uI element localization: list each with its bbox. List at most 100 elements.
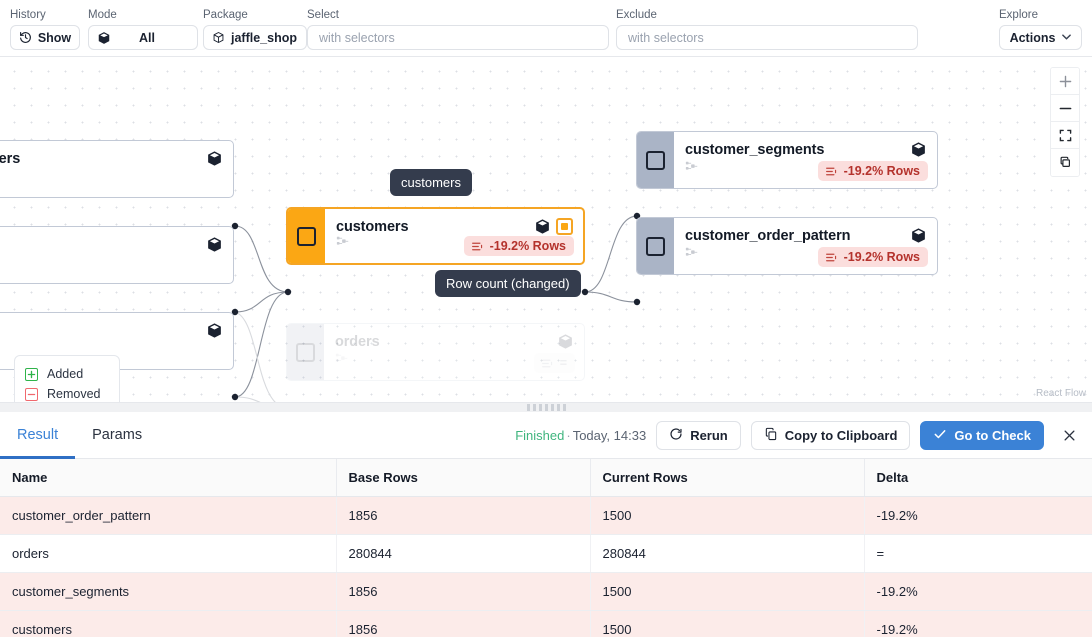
node-name-tooltip: customers [390, 169, 472, 196]
node-customer-segments[interactable]: customer_segments -19.2% Rows [636, 131, 938, 189]
added-icon [25, 367, 38, 381]
cell-base-rows: 280844 [336, 534, 591, 573]
status-state: Finished [515, 428, 565, 443]
package-select[interactable]: jaffle_shop [203, 25, 307, 50]
node-g-orders[interactable]: g_orders [0, 226, 234, 284]
go-to-check-button[interactable]: Go to Check [920, 421, 1044, 450]
node-title: g_orders [0, 236, 222, 254]
row-count-badge[interactable]: -19.2% Rows [463, 236, 574, 256]
history-show-button[interactable]: Show [10, 25, 80, 50]
exclude-placeholder: with selectors [628, 30, 704, 45]
legend-item-removed: Removed [25, 384, 109, 402]
node-handle[interactable] [637, 132, 674, 188]
column-header-current-rows[interactable]: Current Rows [590, 459, 865, 497]
row-count-badge[interactable]: -19.2% Rows [817, 161, 928, 181]
lineage-canvas[interactable]: g_customers g_orders g_ [0, 57, 1092, 402]
run-status: Finished · Today, 14:33 [515, 428, 646, 443]
node-handle[interactable] [288, 209, 325, 263]
select-group: Select with selectors [307, 8, 609, 50]
result-table: Name Base Rows Current Rows Delta custom… [0, 459, 1092, 637]
cell-base-rows: 1856 [336, 496, 591, 535]
toggle-interactivity-button[interactable] [1051, 149, 1079, 176]
panel-actions: Finished · Today, 14:33 Rerun Copy to Cl… [515, 412, 1082, 459]
column-header-name[interactable]: Name [0, 459, 337, 497]
package-solid-icon [97, 31, 111, 45]
node-g-customers[interactable]: g_customers [0, 140, 234, 198]
node-customers[interactable]: customers -19.2% Rows [286, 207, 585, 265]
node-title: g_ [0, 322, 222, 340]
node-handle[interactable] [287, 324, 324, 380]
rows-icon [825, 165, 838, 178]
history-icon [19, 31, 32, 44]
history-label: History [10, 9, 46, 21]
node-title: customer_segments [685, 142, 825, 158]
fit-view-button[interactable] [1051, 122, 1079, 149]
cell-current-rows: 1500 [590, 496, 865, 535]
node-body: orders = [324, 324, 584, 380]
copy-icon [764, 427, 778, 444]
table-row[interactable]: customer_order_pattern 1856 1500 -19.2% [0, 496, 1092, 535]
package-label: Package [203, 9, 248, 21]
rerun-button[interactable]: Rerun [656, 421, 741, 450]
tab-result[interactable]: Result [0, 412, 76, 459]
tab-params[interactable]: Params [75, 412, 159, 459]
lineage-icon [336, 235, 350, 254]
copy-to-clipboard-button[interactable]: Copy to Clipboard [750, 421, 911, 450]
table-row[interactable]: customer_segments 1856 1500 -19.2% [0, 572, 1092, 611]
package-solid-icon [910, 227, 927, 249]
package-solid-icon [557, 333, 574, 355]
column-header-base-rows[interactable]: Base Rows [336, 459, 591, 497]
package-solid-icon [206, 322, 223, 344]
zoom-in-button[interactable] [1051, 68, 1079, 95]
modified-status-icon [556, 218, 573, 235]
node-title: orders [335, 334, 380, 350]
mode-group: Mode All [88, 8, 198, 50]
row-count-badge[interactable]: = [533, 353, 575, 373]
cell-delta: -19.2% [864, 496, 1092, 535]
node-body: g_orders [0, 227, 233, 283]
canvas-controls [1050, 67, 1080, 177]
close-panel-button[interactable] [1056, 423, 1082, 449]
react-flow-attribution[interactable]: React Flow [1036, 388, 1086, 399]
lineage-icon [685, 160, 699, 179]
node-customer-order-pattern[interactable]: customer_order_pattern -19.2% Rows [636, 217, 938, 275]
table-row[interactable]: orders 280844 280844 = [0, 534, 1092, 573]
node-orders[interactable]: orders = [286, 323, 585, 381]
package-solid-icon [910, 141, 927, 163]
node-handle[interactable] [637, 218, 674, 274]
cell-current-rows: 280844 [590, 534, 865, 573]
rows-icon [825, 251, 838, 264]
select-input[interactable]: with selectors [307, 25, 609, 50]
column-header-delta[interactable]: Delta [864, 459, 1092, 497]
package-solid-icon [206, 236, 223, 258]
package-outline-icon [212, 31, 225, 44]
mode-select[interactable]: All [88, 25, 198, 50]
cell-name: customers [0, 610, 337, 637]
panel-tabs: Result Params [0, 412, 159, 459]
row-count-badge-label: = [559, 356, 567, 370]
rerun-label: Rerun [690, 428, 728, 443]
legend-label: Removed [47, 387, 101, 401]
rows-icon [471, 240, 484, 253]
row-count-badge-label: -19.2% Rows [843, 164, 920, 178]
status-timestamp: Today, 14:33 [572, 428, 647, 443]
result-panel: Result Params Finished · Today, 14:33 Reru… [0, 412, 1092, 637]
cell-current-rows: 1500 [590, 572, 865, 611]
panel-resize-handle[interactable] [0, 402, 1092, 412]
exclude-label: Exclude [616, 9, 657, 21]
node-body: customers -19.2% Rows [325, 209, 583, 263]
chevron-down-icon [1062, 33, 1072, 43]
status-separator: · [566, 428, 571, 443]
history-value: Show [37, 30, 72, 45]
select-placeholder: with selectors [319, 30, 395, 45]
actions-dropdown[interactable]: Actions [999, 25, 1082, 50]
diff-legend: Added Removed Modified [14, 355, 120, 402]
row-count-badge[interactable]: -19.2% Rows [817, 247, 928, 267]
legend-label: Added [47, 367, 84, 381]
history-group: History Show [10, 8, 80, 50]
exclude-input[interactable]: with selectors [616, 25, 918, 50]
node-title: g_customers [0, 151, 21, 167]
zoom-out-button[interactable] [1051, 95, 1079, 122]
lineage-icon [685, 246, 699, 265]
table-row[interactable]: customers 1856 1500 -19.2% [0, 610, 1092, 637]
